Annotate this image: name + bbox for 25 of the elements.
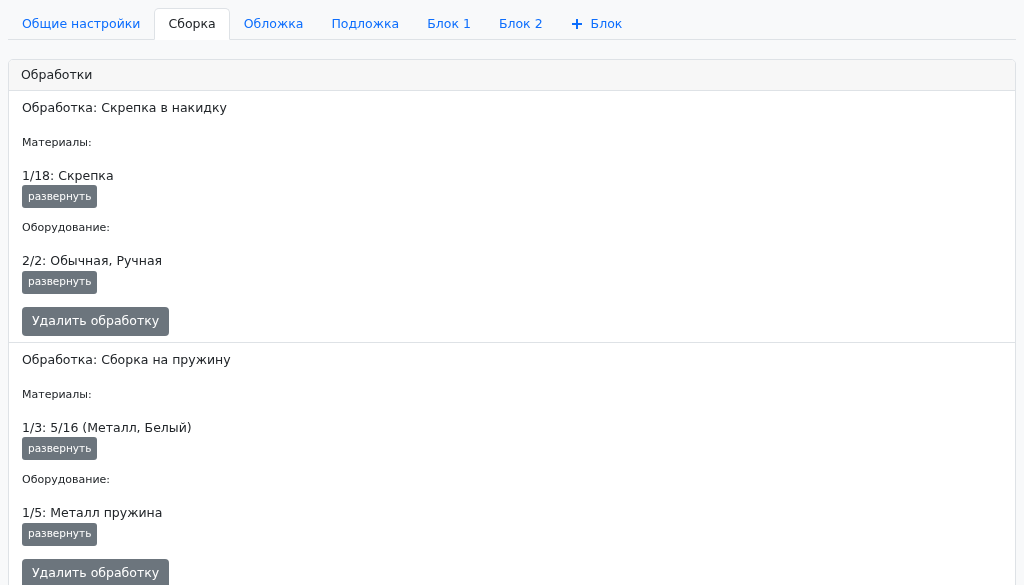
tab[interactable]: Блок 1 <box>413 8 485 40</box>
section-label: Оборудование: <box>22 221 111 236</box>
card-header: Обработки <box>9 60 1015 91</box>
delete-button[interactable]: Удалить обработку <box>22 306 170 336</box>
tab[interactable]: Подложка <box>317 8 414 40</box>
section-label: Материалы: <box>22 387 92 402</box>
section-label: Материалы: <box>22 136 92 150</box>
section-value: 2/2: Обычная, Ручная <box>22 253 163 269</box>
expand-button[interactable]: развернуть <box>22 522 98 546</box>
tab[interactable]: Обложка <box>229 8 318 40</box>
expand-button[interactable]: развернуть <box>22 437 98 461</box>
operation-title: Обработка: Сборка на пружину <box>22 351 231 368</box>
section-value: 1/18: Скрепка <box>22 168 114 183</box>
section-value: 1/5: Металл пружина <box>22 505 163 521</box>
tab[interactable]: Блок 2 <box>484 8 557 40</box>
expand-button[interactable]: развернуть <box>22 185 98 209</box>
section-value: 1/3: 5/16 (Металл, Белый) <box>22 419 192 435</box>
expand-button[interactable]: развернуть <box>22 270 98 294</box>
tab[interactable]: Сборка <box>154 8 230 40</box>
section-label: Оборудование: <box>22 473 111 488</box>
delete-button[interactable]: Удалить обработку <box>22 558 170 585</box>
operation-title: Обработка: Скрепка в накидку <box>22 100 227 116</box>
tab[interactable]: Общие настройки <box>8 8 155 40</box>
plus-icon <box>570 18 583 30</box>
tab[interactable]: Блок <box>556 8 637 40</box>
